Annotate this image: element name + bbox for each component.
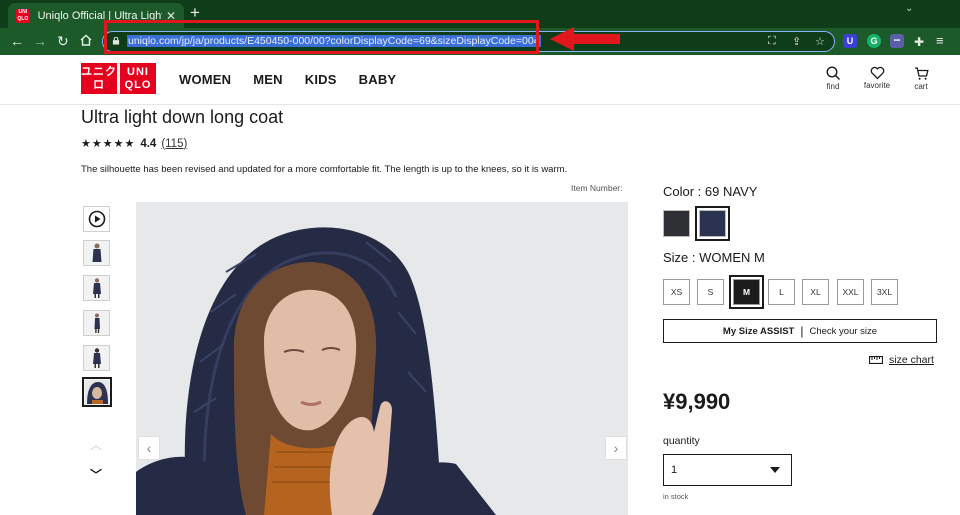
product-main-image: [136, 202, 628, 515]
item-number-label: Item Number:: [571, 183, 623, 193]
image-thumbnail-selected[interactable]: [82, 377, 112, 407]
heart-icon: [870, 66, 884, 80]
size-chart-label: size chart: [889, 354, 934, 366]
color-label: Color : 69 NAVY: [663, 184, 758, 199]
quantity-value: 1: [671, 464, 678, 476]
my-size-assist-button[interactable]: My Size ASSIST | Check your size: [663, 319, 937, 343]
size-chart-link[interactable]: size chart: [869, 354, 934, 366]
main-nav: WOMEN MEN KIDS BABY: [179, 72, 396, 87]
find-label: find: [826, 82, 840, 91]
product-price: ¥9,990: [663, 389, 731, 414]
home-icon[interactable]: [80, 32, 92, 50]
annotation-highlight-box: [104, 20, 539, 54]
annotation-arrow-icon: [550, 27, 620, 51]
video-thumbnail[interactable]: [83, 206, 110, 232]
product-title: Ultra light down long coat: [81, 107, 284, 127]
size-option-3xl[interactable]: 3XL: [871, 279, 898, 305]
play-icon: [88, 210, 105, 228]
share-icon[interactable]: ⇪: [792, 35, 801, 48]
nav-women[interactable]: WOMEN: [179, 72, 231, 87]
dropdown-caret-icon: [770, 467, 780, 473]
extensions-puzzle-icon[interactable]: ✚: [914, 33, 924, 51]
size-option-xl[interactable]: XL: [802, 279, 829, 305]
quantity-label: quantity: [663, 435, 700, 447]
image-thumbnail[interactable]: [83, 345, 110, 371]
reading-list-icon[interactable]: ≡: [936, 32, 944, 50]
product-description: The silhouette has been revised and upda…: [81, 164, 568, 175]
favorite-button[interactable]: favorite: [857, 66, 897, 90]
cart-button[interactable]: cart: [901, 66, 941, 91]
find-button[interactable]: find: [813, 66, 853, 91]
assist-text: Check your size: [809, 325, 878, 337]
logo-latin: UNI QLO: [120, 63, 156, 94]
search-icon: [825, 66, 840, 80]
thumbnail-up-chevron-icon[interactable]: ︿: [90, 436, 102, 453]
assist-title: My Size ASSIST: [722, 325, 795, 337]
reload-icon[interactable]: ↻: [57, 32, 69, 50]
size-label: Size : WOMEN M: [663, 250, 765, 265]
rating-score: 4.4: [140, 137, 157, 150]
cart-icon: [914, 67, 929, 80]
tab-search-chevron-icon[interactable]: ⌄: [905, 3, 913, 14]
image-next-button[interactable]: ›: [605, 436, 627, 460]
nav-kids[interactable]: KIDS: [305, 72, 337, 87]
bookmark-star-icon[interactable]: ☆: [815, 35, 825, 48]
rating-stars-icon: ★★★★★: [81, 138, 136, 150]
size-option-xxl[interactable]: XXL: [837, 279, 864, 305]
product-rating: ★★★★★ 4.4 (115): [81, 137, 187, 151]
size-option-s[interactable]: S: [697, 279, 724, 305]
translate-icon[interactable]: ⛶: [768, 35, 776, 48]
assist-separator: |: [800, 324, 804, 338]
quantity-select[interactable]: 1: [663, 454, 792, 486]
extension-grammarly-icon[interactable]: G: [867, 34, 881, 48]
image-prev-button[interactable]: ‹: [138, 436, 160, 460]
image-thumbnail[interactable]: [83, 275, 110, 301]
color-swatch-navy[interactable]: [695, 206, 730, 241]
stock-status: in stock: [663, 492, 689, 501]
reviews-link[interactable]: (115): [161, 138, 187, 150]
size-option-m[interactable]: M: [729, 275, 764, 309]
thumbnail-down-chevron-icon[interactable]: ﹀: [90, 466, 102, 483]
extension-u-icon[interactable]: U: [843, 34, 857, 48]
uniqlo-favicon-icon: UNI QLO: [16, 8, 30, 23]
uniqlo-logo[interactable]: ユニクロ UNI QLO: [81, 63, 157, 94]
favorite-label: favorite: [863, 81, 891, 90]
size-option-xs[interactable]: XS: [663, 279, 690, 305]
size-option-l[interactable]: L: [768, 279, 795, 305]
nav-baby[interactable]: BABY: [359, 72, 397, 87]
color-swatch-gray[interactable]: [663, 210, 690, 237]
ruler-icon: [869, 356, 883, 364]
image-thumbnail[interactable]: [83, 310, 110, 336]
back-arrow-icon[interactable]: ←: [10, 32, 24, 50]
logo-katakana: ユニクロ: [81, 63, 117, 94]
forward-arrow-icon[interactable]: →: [33, 32, 47, 50]
extension-more-icon[interactable]: •••: [890, 34, 904, 48]
site-header: ユニクロ UNI QLO WOMEN MEN KIDS BABY find fa…: [0, 55, 960, 105]
nav-men[interactable]: MEN: [253, 72, 283, 87]
cart-label: cart: [914, 82, 928, 91]
image-thumbnail[interactable]: [83, 240, 110, 266]
